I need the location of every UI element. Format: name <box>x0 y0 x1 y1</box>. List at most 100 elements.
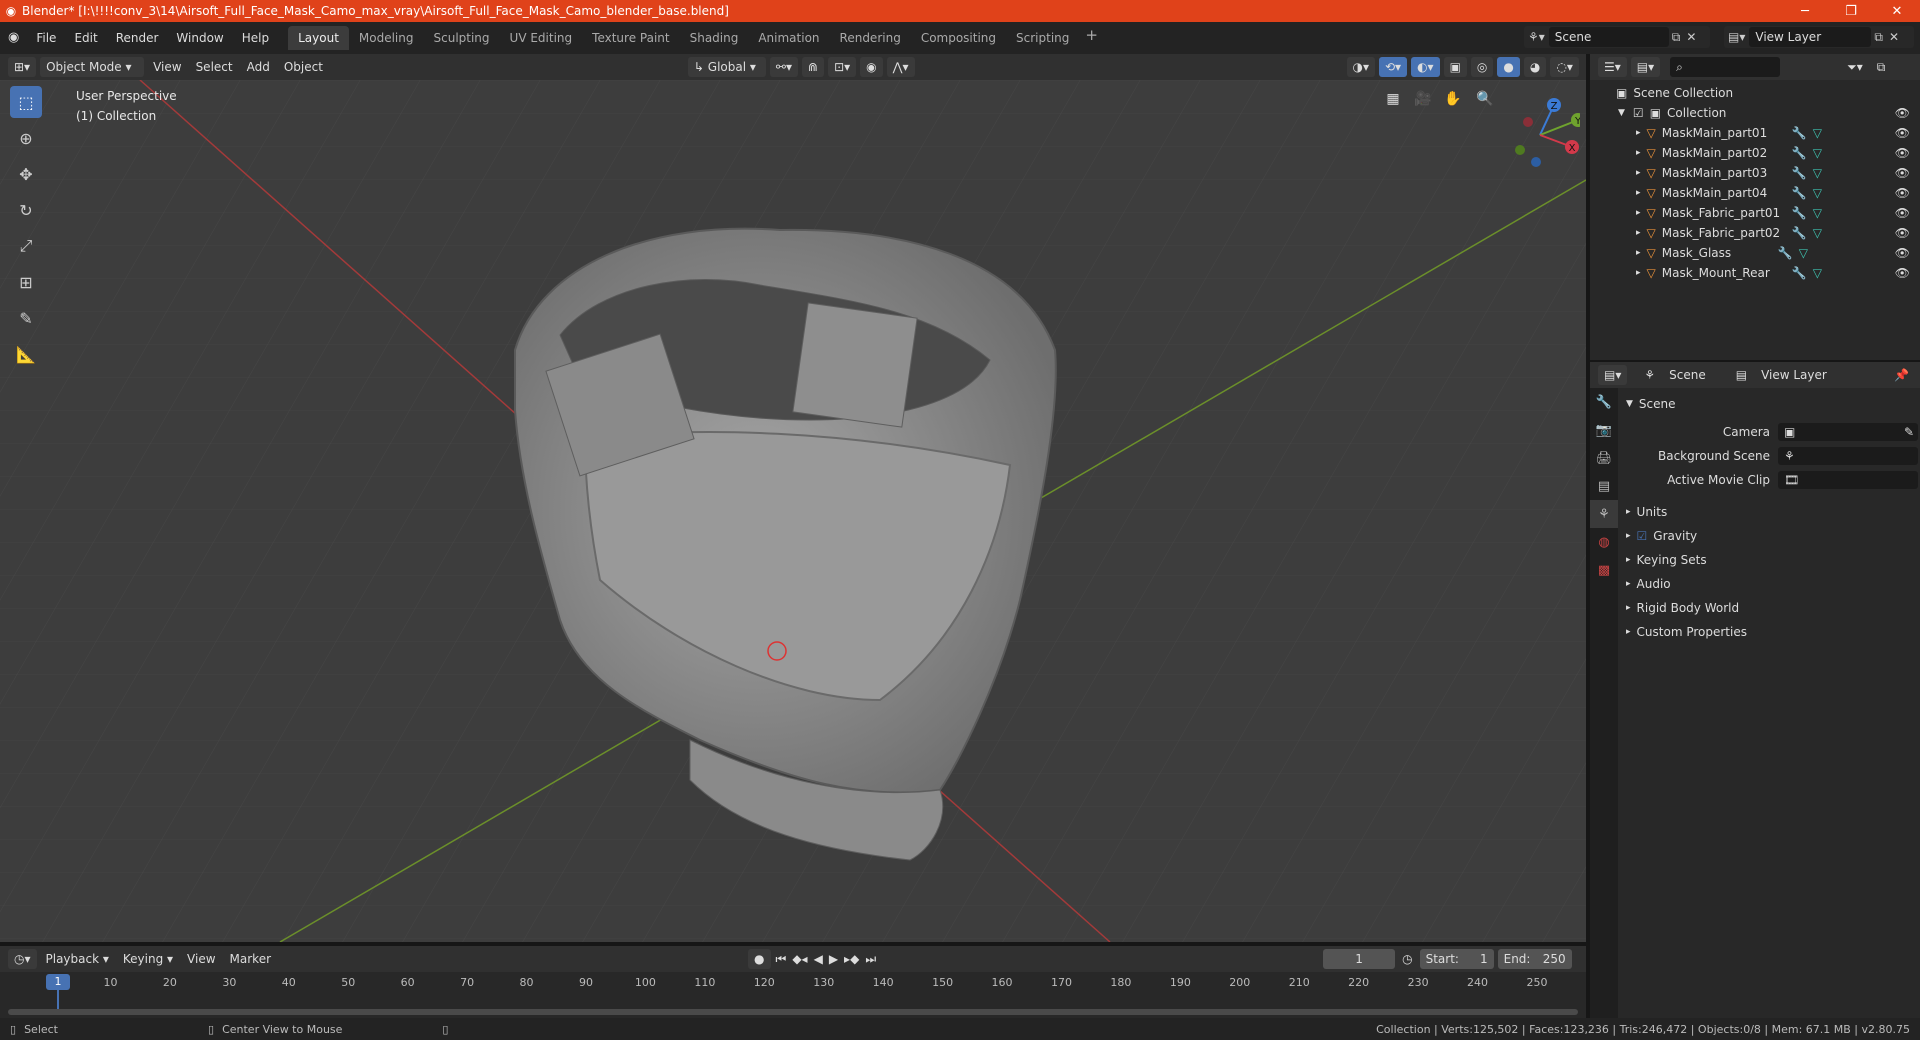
mesh-data-icon[interactable]: ▽ <box>1813 186 1822 200</box>
menu-help[interactable]: Help <box>233 27 278 49</box>
toggle-camera-grid-icon[interactable]: ▦ <box>1380 86 1406 112</box>
move-tool-icon[interactable]: ✥ <box>10 158 42 190</box>
tab-compositing[interactable]: Compositing <box>911 26 1006 50</box>
new-view-layer-icon[interactable]: ⧉ <box>1871 30 1886 45</box>
visibility-eye-icon[interactable]: 👁 <box>1895 126 1910 140</box>
outliner-object-row[interactable]: ▸ ▽ Mask_Mount_Rear 🔧 ▽ 👁 <box>1590 263 1920 283</box>
snap-target-icon[interactable]: ⊡▾ <box>828 57 857 77</box>
outliner-scene-collection[interactable]: ▣ Scene Collection <box>1590 83 1920 103</box>
visibility-eye-icon[interactable]: 👁 <box>1895 226 1910 240</box>
prev-keyframe-icon[interactable]: ◆◂ <box>789 949 810 969</box>
next-keyframe-icon[interactable]: ▸◆ <box>841 949 862 969</box>
stopwatch-icon[interactable]: ◷ <box>1395 949 1419 969</box>
properties-editor-icon[interactable]: ▤▾ <box>1598 365 1628 385</box>
outliner-divider[interactable] <box>1590 360 1920 362</box>
expand-arrow-icon[interactable]: ▼ <box>1618 108 1625 118</box>
cursor-tool-icon[interactable]: ⊕ <box>10 122 42 154</box>
mesh-data-icon[interactable]: ▽ <box>1799 246 1808 260</box>
orientation-dropdown[interactable]: ↳ Global ▾ <box>687 57 766 77</box>
current-frame-field[interactable]: 1 <box>1323 949 1396 969</box>
proportional-edit-icon[interactable]: ◉ <box>860 57 883 77</box>
outliner-collection[interactable]: ▼ ☑ ▣ Collection 👁 <box>1590 103 1920 123</box>
view-layer-field[interactable]: View Layer <box>1749 27 1872 47</box>
menu-file[interactable]: File <box>27 27 65 49</box>
material-shading-icon[interactable]: ◕ <box>1523 57 1547 77</box>
mesh-data-icon[interactable]: ▽ <box>1813 146 1822 160</box>
visibility-eye-icon[interactable]: 👁 <box>1895 106 1910 120</box>
new-collection-icon[interactable]: ⧉ <box>1870 57 1893 77</box>
filter-icon[interactable]: ⏷▾ <box>1840 57 1870 77</box>
mode-dropdown[interactable]: Object Mode ▾ <box>40 57 145 77</box>
modifier-wrench-icon[interactable]: 🔧 <box>1792 226 1807 240</box>
visibility-eye-icon[interactable]: 👁 <box>1895 206 1910 220</box>
outliner-search-input[interactable]: ⌕ <box>1670 57 1781 77</box>
modifier-wrench-icon[interactable]: 🔧 <box>1792 166 1807 180</box>
timeline[interactable]: 10 20 30 40 50 60 70 80 90 100 110 120 130 140 150 160 1… <box>0 972 1586 1018</box>
modifier-wrench-icon[interactable]: 🔧 <box>1792 186 1807 200</box>
camera-field[interactable]: ▣ ✎ <box>1778 423 1918 441</box>
menu-view[interactable]: View <box>146 57 188 77</box>
expand-arrow-icon[interactable]: ▸ <box>1636 148 1641 158</box>
overlay-toggle-icon[interactable]: ◐▾ <box>1411 57 1440 77</box>
outliner-object-row[interactable]: ▸ ▽ MaskMain_part03 🔧 ▽ 👁 <box>1590 163 1920 183</box>
visibility-eye-icon[interactable]: 👁 <box>1895 166 1910 180</box>
outliner-object-row[interactable]: ▸ ▽ Mask_Fabric_part01 🔧 ▽ 👁 <box>1590 203 1920 223</box>
end-frame-field[interactable]: End: 250 <box>1497 949 1572 969</box>
visibility-eye-icon[interactable]: 👁 <box>1895 266 1910 280</box>
xray-icon[interactable]: ▣ <box>1443 57 1467 77</box>
texture-tab-icon[interactable]: ▩ <box>1590 556 1618 584</box>
tool-tab-icon[interactable]: 🔧 <box>1590 388 1618 416</box>
camera-view-icon[interactable]: 🎥 <box>1410 86 1436 112</box>
measure-tool-icon[interactable]: 📐 <box>10 338 42 370</box>
menu-window[interactable]: Window <box>167 27 232 49</box>
select-box-tool-icon[interactable]: ⬚ <box>10 86 42 118</box>
scene-tab-icon[interactable]: ⚘ <box>1590 500 1618 528</box>
zoom-icon[interactable]: 🔍 <box>1472 86 1498 112</box>
transform-tool-icon[interactable]: ⊞ <box>10 266 42 298</box>
wireframe-shading-icon[interactable]: ◎ <box>1470 57 1494 77</box>
viewport-divider[interactable] <box>1586 54 1590 1018</box>
play-reverse-icon[interactable]: ◀ <box>811 949 826 969</box>
outliner-object-row[interactable]: ▸ ▽ MaskMain_part02 🔧 ▽ 👁 <box>1590 143 1920 163</box>
close-button[interactable]: ✕ <box>1874 0 1920 22</box>
modifier-wrench-icon[interactable]: 🔧 <box>1778 246 1793 260</box>
menu-marker[interactable]: Marker <box>223 949 278 969</box>
view-layer-selector[interactable]: ▤▾ View Layer ⧉ ✕ <box>1724 26 1914 48</box>
jump-end-icon[interactable]: ⏭ <box>862 949 879 969</box>
timeline-scrollbar[interactable] <box>8 1009 1578 1015</box>
props-subsection-rigid-body-world[interactable]: ▸ Rigid Body World <box>1618 596 1920 620</box>
props-subsection-keying-sets[interactable]: ▸ Keying Sets <box>1618 548 1920 572</box>
blender-menu-icon[interactable]: ◉ <box>0 27 27 49</box>
visibility-eye-icon[interactable]: 👁 <box>1895 246 1910 260</box>
menu-edit[interactable]: Edit <box>65 27 106 49</box>
expand-arrow-icon[interactable]: ▸ <box>1636 188 1641 198</box>
mesh-data-icon[interactable]: ▽ <box>1813 226 1822 240</box>
outliner-object-row[interactable]: ▸ ▽ Mask_Glass 🔧 ▽ 👁 <box>1590 243 1920 263</box>
pan-hand-icon[interactable]: ✋ <box>1440 86 1466 112</box>
menu-object[interactable]: Object <box>277 57 330 77</box>
scene-selector[interactable]: ⚘▾ Scene ⧉ ✕ <box>1524 26 1710 48</box>
tab-texture-paint[interactable]: Texture Paint <box>582 26 679 50</box>
modifier-wrench-icon[interactable]: 🔧 <box>1792 266 1807 280</box>
outliner-object-row[interactable]: ▸ ▽ MaskMain_part01 🔧 ▽ 👁 <box>1590 123 1920 143</box>
delete-view-layer-icon[interactable]: ✕ <box>1886 30 1902 44</box>
expand-arrow-icon[interactable]: ▸ <box>1636 128 1641 138</box>
start-frame-field[interactable]: Start: 1 <box>1419 949 1494 969</box>
expand-arrow-icon[interactable]: ▸ <box>1636 208 1641 218</box>
tab-layout[interactable]: Layout <box>288 26 349 50</box>
menu-render[interactable]: Render <box>107 27 168 49</box>
navigation-gizmo[interactable]: Z Y X <box>1500 90 1580 170</box>
gizmo-toggle-icon[interactable]: ⟲▾ <box>1379 57 1408 77</box>
scene-name-field[interactable]: Scene <box>1548 27 1669 47</box>
mesh-data-icon[interactable]: ▽ <box>1813 266 1822 280</box>
background-scene-field[interactable]: ⚘ <box>1778 447 1918 465</box>
tab-sculpting[interactable]: Sculpting <box>424 26 500 50</box>
modifier-wrench-icon[interactable]: 🔧 <box>1792 146 1807 160</box>
expand-arrow-icon[interactable]: ▸ <box>1636 248 1641 258</box>
view-layer-tab-icon[interactable]: ▤ <box>1590 472 1618 500</box>
tab-shading[interactable]: Shading <box>680 26 749 50</box>
timeline-divider[interactable] <box>0 942 1586 946</box>
output-tab-icon[interactable]: 🖨 <box>1590 444 1618 472</box>
tab-uv-editing[interactable]: UV Editing <box>500 26 583 50</box>
outliner-object-row[interactable]: ▸ ▽ Mask_Fabric_part02 🔧 ▽ 👁 <box>1590 223 1920 243</box>
